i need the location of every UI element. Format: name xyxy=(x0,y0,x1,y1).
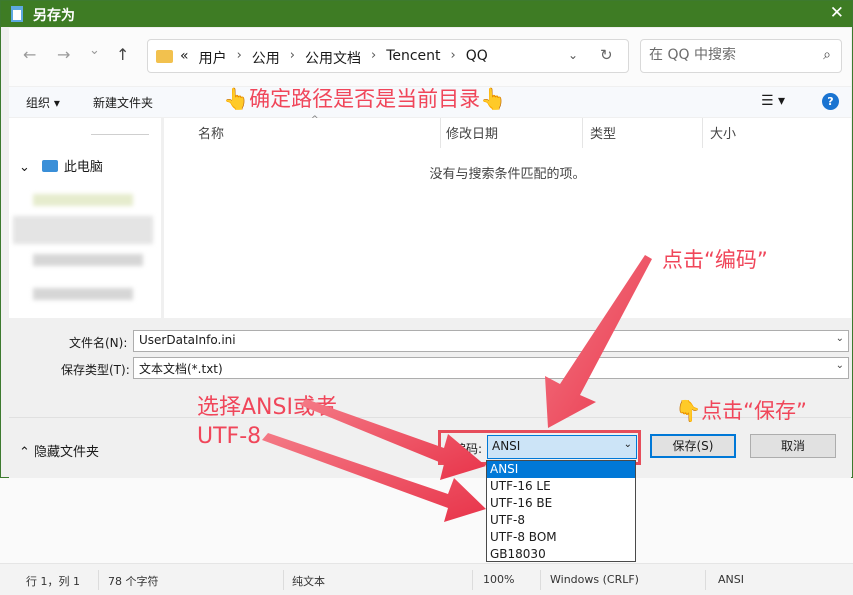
cancel-button[interactable]: 取消 xyxy=(750,434,836,458)
computer-icon xyxy=(41,160,58,172)
help-icon[interactable]: ? xyxy=(822,93,839,110)
breadcrumb: « 用户 › 公用 › 公用文档 › Tencent › QQ xyxy=(180,48,488,68)
column-header-date[interactable]: 修改日期 xyxy=(446,123,498,142)
status-encoding: ANSI xyxy=(718,573,744,586)
filetype-value: 文本文档(*.txt) xyxy=(139,362,223,376)
title-bar[interactable]: 另存为 ✕ xyxy=(1,1,852,27)
status-line-ending: Windows (CRLF) xyxy=(550,573,639,586)
chevron-up-icon: ⌃ xyxy=(19,445,30,460)
encoding-option[interactable]: GB18030 xyxy=(487,546,635,563)
hand-pointer-down-icon: 👇 xyxy=(675,399,702,423)
chevron-down-icon[interactable]: ⌄ xyxy=(836,333,844,344)
notepad-statusbar: 行 1，列 1 78 个字符 纯文本 100% Windows (CRLF) A… xyxy=(0,563,853,595)
encoding-option[interactable]: UTF-16 LE xyxy=(487,478,635,495)
up-arrow-icon[interactable]: ↑ xyxy=(116,45,129,64)
recent-locations-chevron-icon[interactable]: ⌄ xyxy=(89,43,100,58)
breadcrumb-separator-icon: › xyxy=(236,48,242,63)
search-box[interactable]: ⌕ xyxy=(640,39,842,73)
breadcrumb-overflow[interactable]: « xyxy=(180,48,189,68)
filetype-label: 保存类型(T): xyxy=(61,363,130,377)
file-list: ^ 名称 修改日期 类型 大小 没有与搜索条件匹配的项。 xyxy=(164,115,851,318)
column-divider[interactable] xyxy=(702,118,703,148)
save-as-dialog: 另存为 ✕ ← → ⌄ ↑ « 用户 › 公用 › 公用文档 › Tencent… xyxy=(0,0,853,478)
notepad-icon xyxy=(11,6,23,22)
navigation-pane: ⌄ 此电脑 xyxy=(9,118,166,376)
hand-pointer-icon: 👆 xyxy=(480,87,507,111)
encoding-option[interactable]: UTF-8 BOM xyxy=(487,529,635,546)
sidebar-item-label: 此电脑 xyxy=(63,160,103,175)
status-divider xyxy=(705,570,706,590)
close-icon[interactable]: ✕ xyxy=(830,3,844,23)
annotation-click-encoding: 点击“编码” xyxy=(662,248,768,272)
sort-ascending-icon: ^ xyxy=(311,115,319,125)
address-bar[interactable]: « 用户 › 公用 › 公用文档 › Tencent › QQ ⌄ ↻ xyxy=(147,39,629,73)
hand-pointer-icon: 👆 xyxy=(223,87,250,111)
annotation-path-check: 👆确定路径是否是当前目录👆 xyxy=(223,87,507,111)
annotation-choose-encoding: 选择ANSI或者 UTF-8 xyxy=(197,395,337,449)
address-dropdown-icon[interactable]: ⌄ xyxy=(568,48,578,62)
dialog-footer: ⌃ 隐藏文件夹 编码: ANSI ⌄ 保存(S) 取消 xyxy=(9,417,851,478)
status-divider xyxy=(540,570,541,590)
encoding-option[interactable]: ANSI xyxy=(487,461,635,478)
status-divider xyxy=(283,570,284,590)
encoding-select[interactable]: ANSI ⌄ xyxy=(487,435,637,459)
encoding-option[interactable]: UTF-16 BE xyxy=(487,495,635,512)
folder-icon xyxy=(156,50,173,63)
filetype-select[interactable]: 文本文档(*.txt) ⌄ xyxy=(133,357,849,379)
column-header-size[interactable]: 大小 xyxy=(710,123,736,142)
filename-label: 文件名(N): xyxy=(69,336,128,350)
encoding-option[interactable]: UTF-8 xyxy=(487,512,635,529)
encoding-dropdown-list: ANSI UTF-16 LE UTF-16 BE UTF-8 UTF-8 BOM… xyxy=(486,460,636,562)
save-button[interactable]: 保存(S) xyxy=(650,434,736,458)
expand-chevron-icon[interactable]: ⌄ xyxy=(19,160,30,175)
breadcrumb-separator-icon: › xyxy=(450,48,456,63)
column-divider[interactable] xyxy=(440,118,441,148)
breadcrumb-separator-icon: › xyxy=(289,48,295,63)
back-arrow-icon[interactable]: ← xyxy=(23,45,36,64)
new-folder-button[interactable]: 新建文件夹 xyxy=(93,94,153,111)
view-options-icon[interactable]: ☰ ▾ xyxy=(761,93,785,109)
nav-divider xyxy=(91,134,149,135)
encoding-label: 编码: xyxy=(454,442,483,456)
status-divider xyxy=(98,570,99,590)
refresh-icon[interactable]: ↻ xyxy=(600,46,613,64)
breadcrumb-item[interactable]: Tencent xyxy=(386,48,440,68)
breadcrumb-item[interactable]: 用户 xyxy=(199,48,227,68)
column-divider[interactable] xyxy=(582,118,583,148)
status-divider xyxy=(472,570,473,590)
search-input[interactable] xyxy=(649,47,809,63)
chevron-down-icon[interactable]: ⌄ xyxy=(624,439,632,450)
breadcrumb-item[interactable]: QQ xyxy=(466,48,488,68)
filename-value: UserDataInfo.ini xyxy=(139,333,236,347)
status-position: 行 1，列 1 xyxy=(26,575,80,588)
annotation-click-save: 👇点击“保存” xyxy=(675,399,807,423)
encoding-value: ANSI xyxy=(492,439,521,453)
search-icon[interactable]: ⌕ xyxy=(823,47,831,63)
forward-arrow-icon[interactable]: → xyxy=(57,45,70,64)
hide-folders-label: 隐藏文件夹 xyxy=(34,445,100,460)
organize-menu[interactable]: 组织 ▾ xyxy=(26,94,60,111)
dialog-title: 另存为 xyxy=(33,8,75,24)
breadcrumb-separator-icon: › xyxy=(370,48,377,63)
breadcrumb-item[interactable]: 公用 xyxy=(252,48,280,68)
hide-folders-toggle[interactable]: ⌃ 隐藏文件夹 xyxy=(19,441,99,460)
sidebar-item-this-pc[interactable]: ⌄ 此电脑 xyxy=(19,156,103,175)
status-char-count: 78 个字符 xyxy=(108,575,159,588)
address-row: ← → ⌄ ↑ « 用户 › 公用 › 公用文档 › Tencent › QQ … xyxy=(9,28,851,86)
blurred-drive-list xyxy=(13,188,153,308)
breadcrumb-item[interactable]: 公用文档 xyxy=(305,48,361,68)
filename-field[interactable]: UserDataInfo.ini ⌄ xyxy=(133,330,849,352)
chevron-down-icon[interactable]: ⌄ xyxy=(836,360,844,371)
empty-message: 没有与搜索条件匹配的项。 xyxy=(429,167,586,182)
status-zoom: 100% xyxy=(483,573,515,586)
column-header-name[interactable]: 名称 xyxy=(198,123,224,142)
column-header-type[interactable]: 类型 xyxy=(590,123,616,142)
status-format: 纯文本 xyxy=(292,575,325,588)
